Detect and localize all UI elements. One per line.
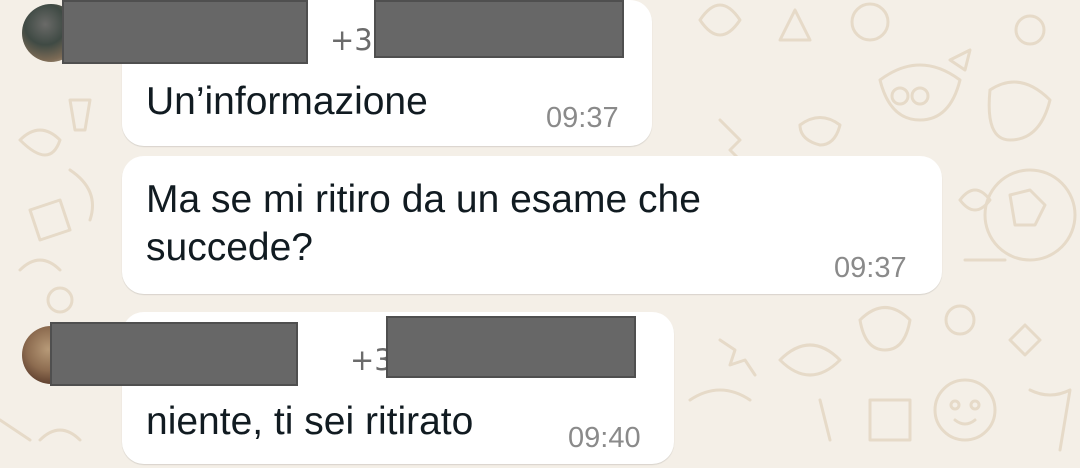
- message-timestamp: 09:37: [546, 102, 619, 134]
- message-text: niente, ti sei ritirato: [146, 400, 474, 443]
- redacted-sender-number: [386, 316, 636, 378]
- redacted-sender-number: [374, 0, 624, 58]
- message-text: Un’informazione: [146, 80, 428, 123]
- message-line: Ma se mi ritiro da un esame che: [146, 178, 701, 221]
- message-timestamp: 09:40: [568, 422, 641, 454]
- redacted-sender-name: [50, 322, 298, 386]
- message-line: succede?: [146, 226, 313, 269]
- message-timestamp: 09:37: [834, 252, 907, 284]
- message-text: Ma se mi ritiro da un esame che succede?: [146, 176, 701, 272]
- redacted-sender-name: [62, 0, 308, 64]
